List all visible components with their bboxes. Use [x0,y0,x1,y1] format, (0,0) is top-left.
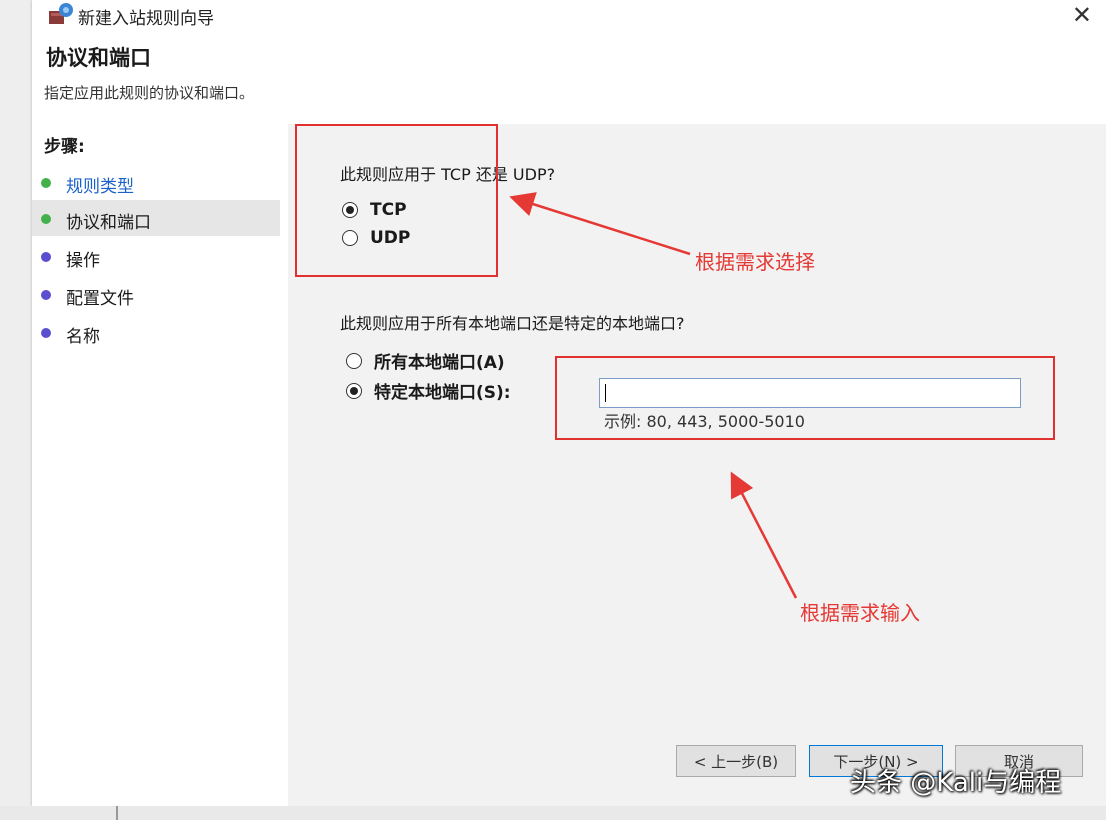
protocol-highlight-box [295,124,498,277]
bullet-dot-icon [41,214,51,224]
step-label: 规则类型 [66,177,134,197]
divider [116,806,118,820]
radio-all-local-ports[interactable]: 所有本地端口(A) [346,348,505,373]
title-bar: 新建入站规则向导 ✕ [32,0,1106,30]
bullet-dot-icon [41,252,51,262]
bullet-dot-icon [41,328,51,338]
wizard-header: 协议和端口 指定应用此规则的协议和端口。 [32,30,1106,124]
radio-label: 所有本地端口(A) [374,353,505,373]
watermark: 头条 @Kali与编程 [850,768,1062,798]
step-label: 配置文件 [66,289,134,309]
step-label: 操作 [66,251,100,271]
page-description: 指定应用此规则的协议和端口。 [44,84,255,102]
page-title: 协议和端口 [46,46,151,70]
bullet-dot-icon [41,290,51,300]
ports-question: 此规则应用于所有本地端口还是特定的本地端口? [340,314,685,333]
step-label: 协议和端口 [66,213,151,233]
step-label: 名称 [66,327,100,347]
radio-label: 特定本地端口(S): [374,383,511,403]
background-strip [0,806,1106,820]
steps-pane: 步骤: 规则类型 协议和端口 操作 配置文件 名称 [32,124,288,806]
step-name[interactable]: 名称 [32,314,280,350]
step-protocol-and-ports[interactable]: 协议和端口 [32,200,280,236]
window-title: 新建入站规则向导 [78,9,214,29]
ports-highlight-box [555,356,1055,440]
bullet-dot-icon [41,178,51,188]
annotation-choose: 根据需求选择 [695,250,815,274]
firewall-rule-icon [49,3,73,24]
steps-label: 步骤: [44,137,85,157]
back-button[interactable]: < 上一步(B) [676,745,796,777]
step-rule-type[interactable]: 规则类型 [32,164,280,200]
radio-unchecked-icon [346,352,362,369]
close-icon[interactable]: ✕ [1072,1,1092,29]
annotation-input: 根据需求输入 [800,601,920,625]
radio-specific-local-ports[interactable]: 特定本地端口(S): [346,378,511,403]
step-action[interactable]: 操作 [32,238,280,274]
radio-checked-icon [346,382,362,399]
step-profile[interactable]: 配置文件 [32,276,280,312]
